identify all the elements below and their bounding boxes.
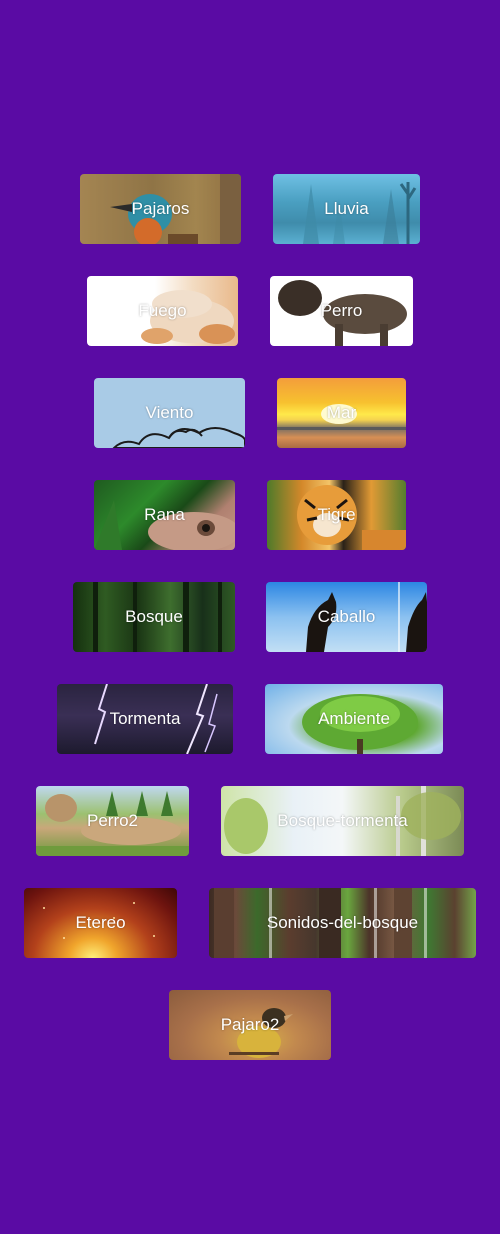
sound-label: Pajaros bbox=[131, 199, 190, 218]
sound-button-fuego[interactable]: Fuego bbox=[87, 276, 238, 346]
sound-label: Caballo bbox=[317, 607, 376, 626]
sound-button-lluvia[interactable]: Lluvia bbox=[273, 174, 420, 244]
sound-label: Rana bbox=[144, 505, 185, 524]
sound-button-caballo[interactable]: Caballo bbox=[266, 582, 427, 652]
sound-button-sonidos-del-bosque[interactable]: Sonidos-del-bosque bbox=[209, 888, 476, 958]
sound-button-bosque[interactable]: Bosque bbox=[73, 582, 235, 652]
sound-button-perro[interactable]: Perro bbox=[270, 276, 413, 346]
sound-label: Pajaro2 bbox=[220, 1015, 280, 1034]
sound-label: Mar bbox=[326, 403, 357, 422]
sound-button-ambiente[interactable]: Ambiente bbox=[265, 684, 443, 754]
sound-label: Perro2 bbox=[86, 811, 139, 830]
sound-button-pajaros[interactable]: Pajaros bbox=[80, 174, 241, 244]
sound-label: Etereo bbox=[75, 913, 126, 932]
sound-button-mar[interactable]: Mar bbox=[277, 378, 406, 448]
sound-label: Sonidos-del-bosque bbox=[266, 913, 419, 932]
sound-label: Lluvia bbox=[324, 199, 369, 218]
sound-button-rana[interactable]: Rana bbox=[94, 480, 235, 550]
sound-button-bosque-tormenta[interactable]: Bosque-tormenta bbox=[221, 786, 464, 856]
sound-label: Tigre bbox=[317, 505, 356, 524]
sound-label: Perro bbox=[320, 301, 363, 320]
sound-label: Bosque bbox=[125, 607, 183, 626]
sound-label: Viento bbox=[145, 403, 194, 422]
sound-button-perro2[interactable]: Perro2 bbox=[36, 786, 189, 856]
sound-label: Ambiente bbox=[318, 709, 390, 728]
sound-button-pajaro2[interactable]: Pajaro2 bbox=[169, 990, 331, 1060]
sound-button-tigre[interactable]: Tigre bbox=[267, 480, 406, 550]
sound-label: Bosque-tormenta bbox=[277, 811, 408, 830]
sound-label: Fuego bbox=[138, 301, 187, 320]
sound-button-etereo[interactable]: Etereo bbox=[24, 888, 177, 958]
sound-button-viento[interactable]: Viento bbox=[94, 378, 245, 448]
sound-label: Tormenta bbox=[109, 709, 181, 728]
sound-button-tormenta[interactable]: Tormenta bbox=[57, 684, 233, 754]
